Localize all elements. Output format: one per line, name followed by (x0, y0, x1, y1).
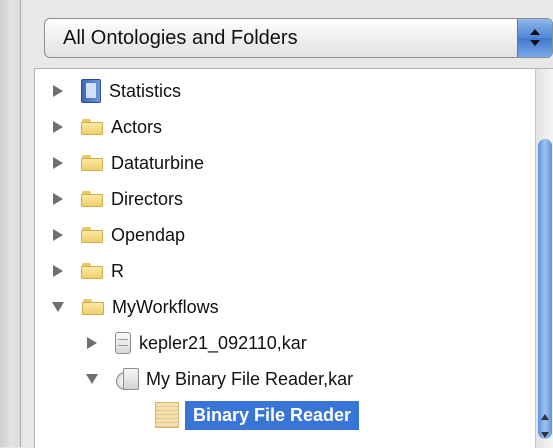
kar-archive-icon (116, 368, 139, 390)
vertical-scrollbar[interactable] (535, 69, 553, 448)
tree-item-opendap[interactable]: Opendap (53, 217, 185, 253)
tree-item-label: Actors (111, 116, 163, 137)
ontology-selector-value: All Ontologies and Folders (63, 27, 298, 49)
chevron-up-icon (530, 29, 540, 35)
selector-stepper[interactable] (517, 19, 552, 57)
folder-icon (81, 155, 103, 171)
folder-icon (81, 119, 103, 135)
folder-icon (81, 227, 103, 243)
tree-item-actors[interactable]: Actors (53, 109, 162, 145)
tree-item-statistics[interactable]: Statistics (53, 73, 181, 109)
window-left-edge (0, 0, 21, 447)
tree-item-myworkflows[interactable]: MyWorkflows (52, 289, 219, 325)
disclosure-triangle-icon[interactable] (86, 374, 98, 384)
tree-item-label: kepler21_092110,kar (139, 332, 307, 353)
tree-item-kepler-kar[interactable]: kepler21_092110,kar (87, 325, 307, 361)
tree-item-binary-reader-kar[interactable]: My Binary File Reader,kar (86, 361, 354, 397)
tree-item-dataturbine[interactable]: Dataturbine (53, 145, 204, 181)
disclosure-triangle-icon[interactable] (52, 302, 64, 312)
disclosure-triangle-icon[interactable] (53, 85, 63, 97)
tree-item-binary-file-reader[interactable]: Binary File Reader (155, 397, 360, 433)
ontology-selector[interactable]: All Ontologies and Folders (44, 18, 553, 58)
scroll-down-arrow-icon[interactable] (541, 432, 549, 438)
tree-item-label: MyWorkflows (112, 296, 219, 317)
chevron-down-icon (530, 40, 540, 46)
kar-file-icon (115, 332, 131, 354)
disclosure-triangle-icon[interactable] (53, 157, 63, 169)
disclosure-triangle-icon[interactable] (53, 265, 63, 277)
scrollbar-thumb[interactable] (538, 139, 552, 439)
folder-icon (81, 263, 103, 279)
disclosure-triangle-icon[interactable] (53, 121, 63, 133)
tree-item-r[interactable]: R (53, 253, 124, 289)
document-icon (155, 402, 179, 428)
tree-item-label: My Binary File Reader,kar (146, 368, 354, 389)
book-icon (81, 79, 101, 103)
tree-item-label: Dataturbine (111, 152, 205, 173)
tree-item-label: Statistics (109, 80, 182, 101)
folder-icon (82, 299, 104, 315)
folder-icon (81, 191, 103, 207)
library-tree[interactable]: Statistics Actors Dataturbine Directors … (34, 68, 553, 448)
disclosure-triangle-icon[interactable] (87, 337, 97, 349)
scroll-up-arrow-icon[interactable] (541, 414, 549, 420)
tree-item-directors[interactable]: Directors (53, 181, 183, 217)
disclosure-triangle-icon[interactable] (53, 229, 63, 241)
tree-item-label: Directors (111, 188, 184, 209)
tree-item-label-selected: Binary File Reader (185, 400, 360, 430)
tree-item-label: R (111, 260, 124, 281)
disclosure-triangle-icon[interactable] (53, 193, 63, 205)
tree-item-label: Opendap (111, 224, 186, 245)
